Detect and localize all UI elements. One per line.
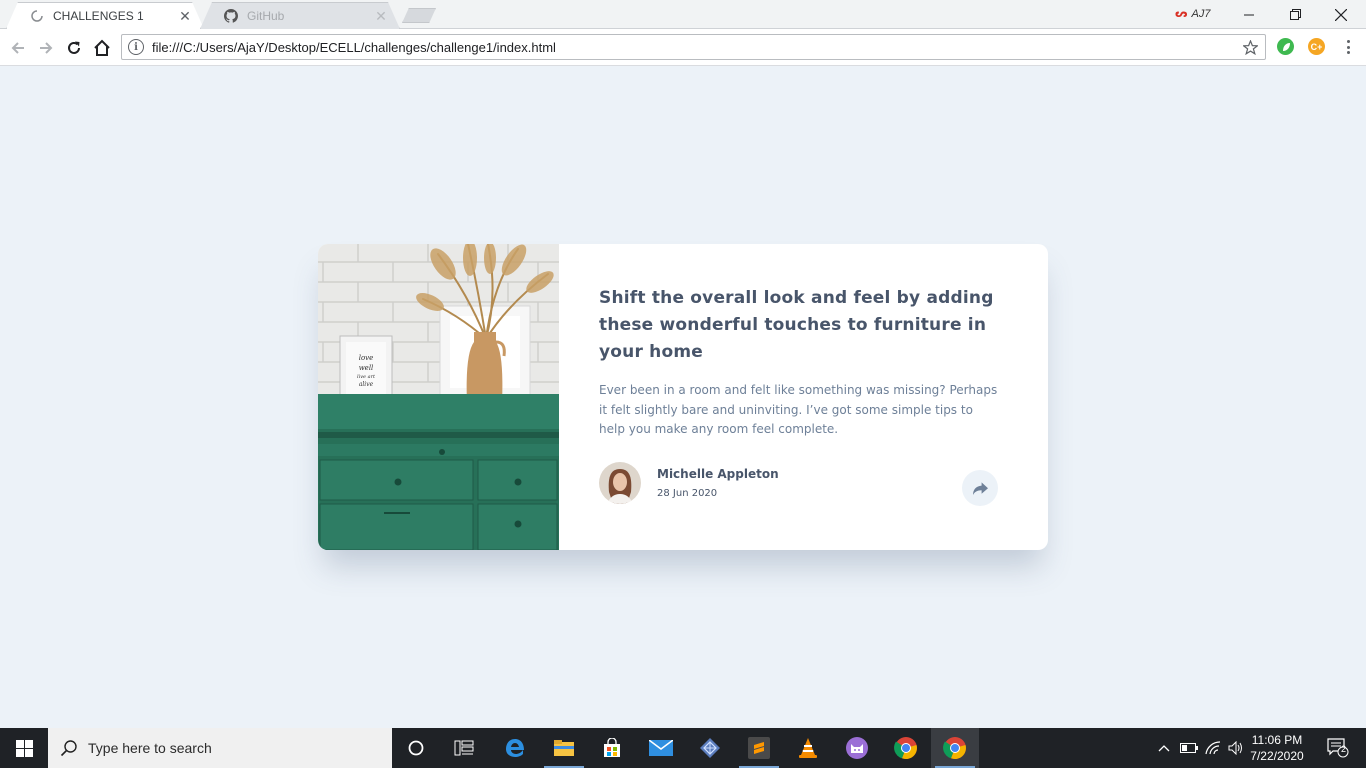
sublime-text-icon[interactable] bbox=[735, 728, 783, 768]
mail-icon[interactable] bbox=[637, 728, 685, 768]
action-center-button[interactable]: 2 bbox=[1318, 728, 1358, 768]
chevron-up-icon[interactable] bbox=[1154, 728, 1174, 768]
article-card: love well live art alive Shift the overa… bbox=[318, 244, 1048, 550]
clock-date: 7/22/2020 bbox=[1250, 749, 1304, 763]
svg-text:live art: live art bbox=[357, 374, 376, 380]
windows-logo-icon bbox=[15, 739, 33, 757]
info-icon[interactable]: i bbox=[128, 39, 144, 55]
profile-label: AJ7 bbox=[1191, 7, 1211, 20]
share-icon bbox=[972, 481, 988, 495]
back-button[interactable] bbox=[7, 37, 29, 59]
leaf-extension-icon[interactable] bbox=[1277, 38, 1294, 55]
cat-app-icon[interactable] bbox=[833, 728, 881, 768]
notification-count: 2 bbox=[1341, 744, 1347, 754]
network-app-icon[interactable] bbox=[686, 728, 734, 768]
search-placeholder: Type here to search bbox=[88, 740, 212, 756]
url-text: file:///C:/Users/AjaY/Desktop/ECELL/chal… bbox=[152, 39, 556, 55]
post-date: 28 Jun 2020 bbox=[657, 488, 718, 499]
home-icon bbox=[94, 39, 110, 56]
clock-time: 11:06 PM bbox=[1251, 733, 1303, 747]
arrow-right-icon bbox=[40, 42, 53, 54]
article-headline: Shift the overall look and feel by addin… bbox=[599, 288, 994, 362]
loading-icon bbox=[29, 8, 45, 24]
sync-icon: ᔕ bbox=[1175, 8, 1188, 20]
article-description: Ever been in a room and felt like someth… bbox=[599, 383, 998, 436]
cortana-icon[interactable] bbox=[392, 728, 440, 768]
tab-title: GitHub bbox=[247, 9, 285, 23]
furniture-image: love well live art alive bbox=[318, 244, 559, 550]
system-clock[interactable]: 11:06 PM 7/22/2020 bbox=[1246, 732, 1308, 764]
close-icon bbox=[1335, 8, 1347, 21]
volume-icon[interactable] bbox=[1226, 728, 1246, 768]
close-icon[interactable]: ✕ bbox=[373, 8, 389, 24]
edge-icon[interactable] bbox=[491, 728, 539, 768]
avatar bbox=[599, 462, 641, 504]
new-tab-button[interactable] bbox=[402, 8, 436, 23]
profile-badge[interactable]: ᔕ AJ7 bbox=[1175, 7, 1211, 21]
page-viewport: love well live art alive Shift the overa… bbox=[0, 66, 1366, 728]
close-window-button[interactable] bbox=[1318, 0, 1364, 29]
github-icon bbox=[223, 8, 239, 24]
vlc-icon[interactable] bbox=[784, 728, 832, 768]
windows-taskbar: Type here to search 11:06 PM 7/22/2020 2 bbox=[0, 728, 1366, 768]
wifi-icon[interactable] bbox=[1202, 728, 1224, 768]
browser-toolbar: i file:///C:/Users/AjaY/Desktop/ECELL/ch… bbox=[0, 29, 1366, 66]
browser-menu-button[interactable] bbox=[1340, 38, 1356, 56]
restore-icon bbox=[1289, 9, 1301, 20]
svg-text:well: well bbox=[359, 364, 374, 372]
address-bar[interactable]: i file:///C:/Users/AjaY/Desktop/ECELL/ch… bbox=[121, 34, 1266, 60]
coupon-extension-label: C+ bbox=[1310, 41, 1323, 52]
forward-button[interactable] bbox=[35, 37, 57, 59]
share-button[interactable] bbox=[962, 470, 998, 506]
reload-button[interactable] bbox=[63, 37, 85, 59]
tab-title: CHALLENGES 1 bbox=[53, 9, 144, 23]
tab-strip: CHALLENGES 1 ✕ GitHub ✕ ᔕ AJ7 bbox=[0, 0, 1366, 29]
store-icon[interactable] bbox=[588, 728, 636, 768]
tab-challenges[interactable]: CHALLENGES 1 ✕ bbox=[6, 2, 204, 29]
card-body: Shift the overall look and feel by addin… bbox=[559, 244, 1048, 550]
coupon-extension-icon[interactable]: C+ bbox=[1308, 38, 1325, 55]
file-explorer-icon[interactable] bbox=[540, 728, 588, 768]
svg-text:alive: alive bbox=[359, 381, 374, 388]
search-icon bbox=[60, 740, 77, 757]
tab-github[interactable]: GitHub ✕ bbox=[200, 2, 400, 29]
taskbar-search-box[interactable]: Type here to search bbox=[48, 728, 392, 768]
battery-icon[interactable] bbox=[1178, 728, 1200, 768]
close-icon[interactable]: ✕ bbox=[177, 8, 193, 24]
restore-button[interactable] bbox=[1272, 0, 1318, 29]
chrome-icon[interactable] bbox=[882, 728, 930, 768]
start-button[interactable] bbox=[0, 728, 48, 768]
author-block: Michelle Appleton 28 Jun 2020 bbox=[599, 462, 779, 504]
home-button[interactable] bbox=[91, 37, 113, 59]
bookmark-star-icon[interactable] bbox=[1239, 39, 1261, 55]
reload-icon bbox=[68, 41, 80, 54]
task-view-icon[interactable] bbox=[440, 728, 488, 768]
author-name: Michelle Appleton bbox=[657, 467, 779, 481]
minimize-icon bbox=[1244, 14, 1254, 15]
svg-text:love: love bbox=[359, 354, 374, 362]
chrome-icon[interactable] bbox=[931, 728, 979, 768]
arrow-left-icon bbox=[11, 42, 24, 54]
minimize-button[interactable] bbox=[1226, 0, 1272, 29]
